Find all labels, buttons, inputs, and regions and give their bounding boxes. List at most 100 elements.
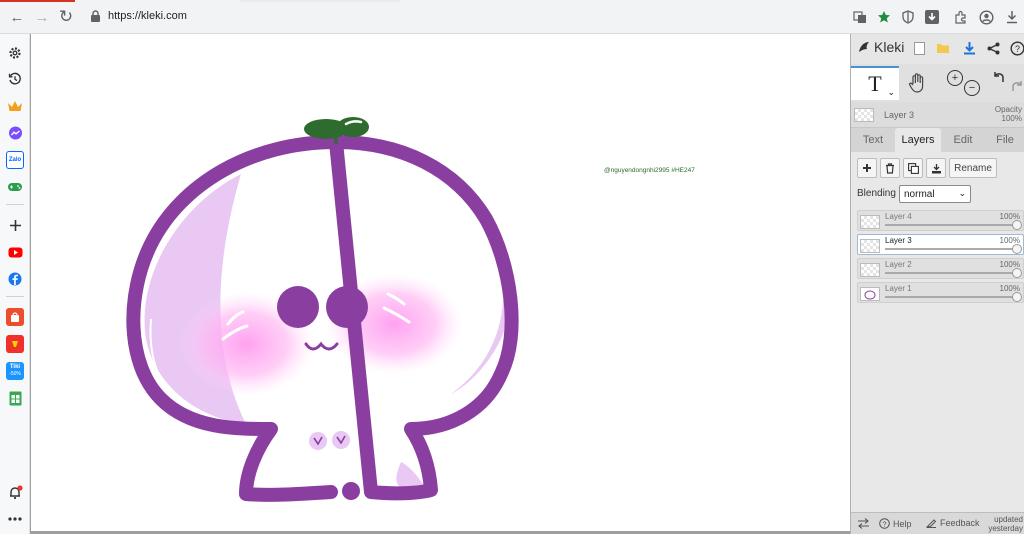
merge-layer-button[interactable] — [926, 158, 946, 178]
browser-toolbar: ← → ↻ https://kleki.com — [0, 0, 1024, 34]
tab-strip-edge — [240, 0, 400, 2]
text-tool-glyph: T — [868, 71, 882, 96]
layer-opacity-slider[interactable] — [885, 292, 1022, 302]
forward-button[interactable]: → — [32, 7, 52, 27]
layer-name: Layer 3 — [885, 236, 912, 245]
help-link[interactable]: ? Help — [879, 518, 912, 529]
browser-window: ← → ↻ https://kleki.com Zalo Tiki -50% @… — [0, 0, 1024, 534]
url-text: https://kleki.com — [108, 10, 187, 22]
new-file-icon[interactable] — [911, 40, 927, 56]
eye-right — [326, 286, 368, 328]
tiki-icon[interactable]: Tiki -50% — [6, 362, 24, 380]
history-icon[interactable] — [6, 70, 24, 88]
layer-opacity-slider[interactable] — [885, 220, 1022, 230]
slider-handle[interactable] — [1012, 268, 1022, 278]
layer-row-1[interactable]: Layer 1 100% — [857, 282, 1024, 303]
youtube-icon[interactable] — [6, 243, 24, 261]
tab-file[interactable]: File — [987, 128, 1023, 152]
eye-left — [277, 286, 319, 328]
crown-icon[interactable] — [6, 97, 24, 115]
artist-signature: @nguyendongnhi2995 #HE247 — [604, 167, 695, 174]
feedback-link[interactable]: Feedback — [926, 518, 980, 528]
zoom-in-icon[interactable]: + — [947, 70, 963, 86]
tab-edit[interactable]: Edit — [943, 128, 983, 152]
tiki-label: Tiki — [9, 364, 21, 370]
chevron-down-icon: ⌄ — [958, 188, 966, 198]
active-tab-indicator — [0, 0, 75, 2]
tab-text[interactable]: Text — [853, 128, 893, 152]
tool-row: T ⌄ + − — [851, 64, 1024, 102]
hand-right — [332, 431, 350, 449]
leaf-right — [337, 117, 369, 137]
shopee-icon[interactable] — [6, 308, 24, 326]
panel-footer: ? Help Feedback updated yesterday — [851, 512, 1024, 534]
updated-line-2: yesterday — [988, 524, 1023, 533]
hand-tool-button[interactable] — [905, 70, 931, 96]
kleki-panel: Kleki ? T ⌄ + − Layer 3 Opacity 100% Tex… — [850, 34, 1024, 534]
profile-icon[interactable] — [977, 8, 995, 26]
gear-icon[interactable] — [6, 44, 24, 62]
add-icon[interactable] — [6, 216, 24, 234]
layer-row-4[interactable]: Layer 4 100% — [857, 210, 1024, 231]
messenger-icon[interactable] — [6, 124, 24, 142]
updated-status: updated yesterday — [988, 515, 1023, 533]
hand-icon — [908, 73, 924, 93]
body-dot — [342, 482, 360, 500]
redo-icon[interactable] — [1009, 78, 1024, 94]
slider-handle[interactable] — [1012, 244, 1022, 254]
star-icon[interactable] — [875, 8, 893, 26]
translate-icon[interactable] — [851, 8, 869, 26]
more-icon[interactable] — [6, 510, 24, 528]
app-name: Kleki — [874, 39, 905, 55]
help-icon: ? — [879, 518, 890, 529]
kleki-logo-icon — [859, 42, 869, 52]
tab-layers[interactable]: Layers — [895, 128, 941, 152]
add-layer-button[interactable] — [857, 158, 877, 178]
layer-opacity-slider[interactable] — [885, 244, 1022, 254]
rename-layer-button[interactable]: Rename — [949, 158, 997, 178]
delete-layer-button[interactable] — [880, 158, 900, 178]
layers-panel: Rename Blending normal ⌄ Layer 4 100% La… — [851, 152, 1024, 512]
help-circle-icon[interactable]: ? — [1009, 40, 1024, 56]
sheets-icon[interactable] — [6, 389, 24, 407]
duplicate-layer-button[interactable] — [903, 158, 923, 178]
download-icon[interactable] — [1003, 8, 1021, 26]
text-tool-button[interactable]: T ⌄ — [851, 66, 899, 100]
layer-opacity-slider[interactable] — [885, 268, 1022, 278]
feedback-icon — [926, 519, 937, 528]
gamepad-icon[interactable] — [6, 178, 24, 196]
open-folder-icon[interactable] — [935, 40, 951, 56]
zoom-out-icon[interactable]: − — [964, 80, 980, 96]
bell-icon[interactable] — [6, 483, 24, 501]
swap-side-icon[interactable] — [857, 518, 870, 529]
shading-foot — [396, 462, 423, 489]
svg-text:?: ? — [883, 521, 887, 528]
blending-mode-select[interactable]: normal ⌄ — [899, 185, 971, 203]
slider-handle[interactable] — [1012, 220, 1022, 230]
save-download-icon[interactable] — [961, 40, 977, 56]
back-button[interactable]: ← — [7, 7, 27, 27]
forward-arrow-icon: → — [34, 8, 50, 26]
facebook-icon[interactable] — [6, 270, 24, 288]
zalo-icon[interactable]: Zalo — [6, 151, 24, 169]
hand-left — [309, 432, 327, 450]
panel-tabs: Text Layers Edit File — [851, 128, 1024, 152]
layer-row-3[interactable]: Layer 3 100% — [857, 234, 1024, 255]
drawing-canvas[interactable]: @nguyendongnhi2995 #HE247 — [30, 34, 851, 534]
extensions-icon[interactable] — [952, 8, 970, 26]
layer-thumbnail — [860, 263, 880, 277]
lazada-icon[interactable] — [6, 335, 24, 353]
slider-handle[interactable] — [1012, 292, 1022, 302]
shield-icon[interactable] — [899, 8, 917, 26]
share-icon[interactable] — [985, 40, 1001, 56]
address-bar[interactable]: https://kleki.com — [82, 5, 842, 29]
tiki-badge: -50% — [9, 371, 21, 377]
panel-header: Kleki ? — [851, 34, 1024, 64]
undo-icon[interactable] — [991, 69, 1007, 85]
download-box-icon[interactable] — [923, 8, 941, 26]
layer-name: Layer 2 — [885, 260, 912, 269]
help-label: Help — [893, 518, 912, 529]
layer-row-2[interactable]: Layer 2 100% — [857, 258, 1024, 279]
chevron-down-icon: ⌄ — [887, 87, 895, 97]
reload-button[interactable]: ↻ — [56, 7, 76, 27]
